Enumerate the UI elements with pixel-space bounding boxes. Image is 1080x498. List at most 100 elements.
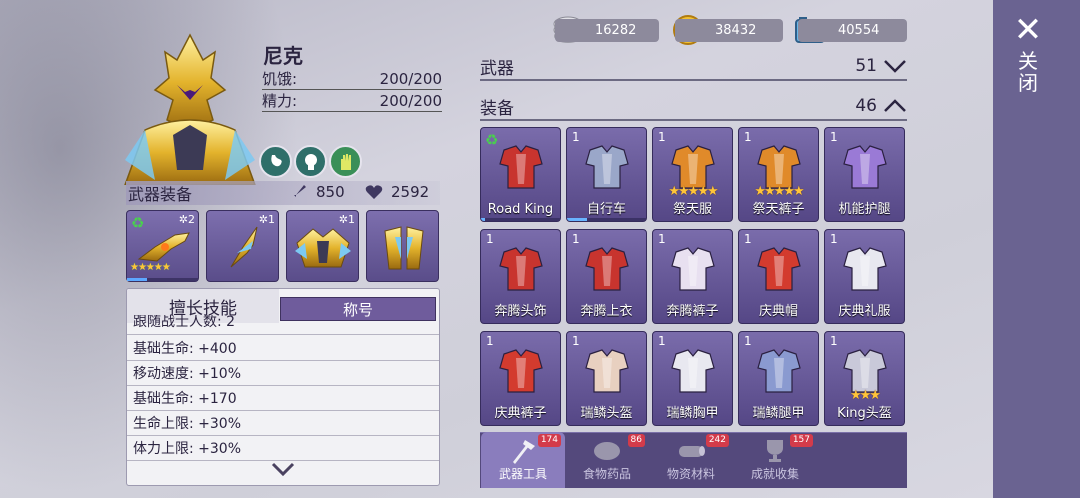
skill-line: 生命上限: +30% bbox=[127, 412, 439, 436]
close-icon[interactable]: ✕ bbox=[1012, 13, 1044, 47]
equip-slot-blade[interactable]: ✲1 bbox=[206, 210, 279, 282]
item-name: 奔腾裤子 bbox=[666, 304, 719, 319]
category-weapons[interactable]: 武器 51 bbox=[480, 53, 907, 81]
health-value: 2592 bbox=[391, 183, 430, 201]
item-name: 瑞鳞腿甲 bbox=[752, 406, 805, 421]
energy-label: 精力: bbox=[262, 92, 298, 110]
tab-badge: 86 bbox=[627, 434, 645, 447]
party-dress-icon bbox=[843, 247, 887, 291]
item-quantity: 1 bbox=[658, 130, 666, 144]
item-progress bbox=[567, 218, 646, 221]
dragon-chest-icon bbox=[671, 349, 715, 393]
silver-coin-value: 16282 bbox=[595, 23, 637, 38]
item-name: 庆典裤子 bbox=[494, 406, 547, 421]
chevron-down-icon bbox=[884, 60, 906, 73]
item-quantity: 1 bbox=[830, 232, 838, 246]
tab-achievements[interactable]: 157 成就收集 bbox=[733, 432, 817, 488]
inventory-item[interactable]: 1 庆典裤子 bbox=[480, 331, 561, 426]
inventory-item[interactable]: 1 瑞鳞腿甲 bbox=[738, 331, 819, 426]
stomach-icon[interactable] bbox=[259, 145, 292, 178]
item-name: 机能护腿 bbox=[838, 202, 891, 217]
heart-icon bbox=[365, 185, 383, 199]
slot-progress bbox=[127, 278, 198, 281]
close-button[interactable]: 关闭 bbox=[1016, 50, 1040, 94]
category-label: 装备 bbox=[480, 98, 514, 119]
item-name: Road King bbox=[487, 202, 554, 217]
inventory-item[interactable]: 1 庆典帽 bbox=[738, 229, 819, 324]
item-quantity: 1 bbox=[744, 334, 752, 348]
energy-stat: 精力: 200/200 bbox=[262, 90, 442, 112]
golden-gun-icon bbox=[137, 232, 190, 262]
slot-stars: ★★★★★ bbox=[130, 262, 171, 273]
skill-line: 跟随战士人数: 2 bbox=[127, 315, 439, 335]
horse-headgear-icon bbox=[499, 247, 543, 291]
equip-slot-weapon[interactable]: ♻ ✲2 ★★★★★ bbox=[126, 210, 199, 282]
item-name: 自行车 bbox=[586, 202, 626, 217]
item-quantity: 1 bbox=[744, 232, 752, 246]
horse-top-icon bbox=[585, 247, 629, 291]
hand-icon[interactable] bbox=[329, 145, 362, 178]
tab-badge: 157 bbox=[789, 434, 813, 447]
inventory-item[interactable]: 1 ★★★ King头盔 bbox=[824, 331, 905, 426]
brain-icon[interactable] bbox=[294, 145, 327, 178]
inventory-item[interactable]: 1 奔腾上衣 bbox=[566, 229, 647, 324]
golden-armor-icon bbox=[295, 228, 351, 268]
skill-line: 基础生命: +170 bbox=[127, 387, 439, 411]
gold-coin-value: 38432 bbox=[715, 23, 757, 38]
category-count: 46 bbox=[855, 96, 877, 116]
item-quantity: 1 bbox=[658, 334, 666, 348]
item-stars: ★★★★★ bbox=[668, 184, 718, 199]
tab-weapons-tools[interactable]: 174 武器工具 bbox=[481, 432, 565, 488]
inventory-item[interactable]: 1 ★★★★★ 祭天服 bbox=[652, 127, 733, 222]
tab-materials[interactable]: 242 物资材料 bbox=[649, 432, 733, 488]
item-quantity: 1 bbox=[744, 130, 752, 144]
item-quantity: 1 bbox=[486, 232, 494, 246]
hunger-label: 饥饿: bbox=[262, 70, 298, 88]
photo-ticket-counter: 40554 bbox=[798, 19, 907, 42]
inventory-item[interactable]: 1 机能护腿 bbox=[824, 127, 905, 222]
silver-coin-counter: 16282 bbox=[555, 19, 659, 42]
equip-slot-legs[interactable] bbox=[366, 210, 439, 282]
character-name: 尼克 bbox=[263, 44, 303, 68]
gold-coin-counter: 38432 bbox=[675, 19, 783, 42]
item-progress bbox=[481, 218, 560, 221]
chevron-down-icon[interactable] bbox=[270, 459, 296, 479]
skill-line: 体力上限: +30% bbox=[127, 437, 439, 461]
equip-slot-armor[interactable]: ✲1 bbox=[286, 210, 359, 282]
tab-label: 食物药品 bbox=[582, 467, 631, 481]
item-name: 祭天服 bbox=[672, 202, 712, 217]
inventory-item[interactable]: ♻ Road King bbox=[480, 127, 561, 222]
item-name: 祭天裤子 bbox=[752, 202, 805, 217]
inventory-item[interactable]: 1 自行车 bbox=[566, 127, 647, 222]
item-quantity: 1 bbox=[658, 232, 666, 246]
photo-ticket-value: 40554 bbox=[838, 23, 880, 38]
attack-value: 850 bbox=[316, 183, 345, 201]
slot-level: ✲2 bbox=[178, 213, 195, 226]
tab-food-medicine[interactable]: 86 食物药品 bbox=[565, 432, 649, 488]
tab-badge: 174 bbox=[537, 434, 561, 447]
item-quantity: 1 bbox=[486, 334, 494, 348]
attack-stat: 850 bbox=[290, 183, 345, 201]
party-pants-icon bbox=[499, 349, 543, 393]
item-stars: ★★★ bbox=[850, 388, 881, 403]
inventory-item[interactable]: 1 ★★★★★ 祭天裤子 bbox=[738, 127, 819, 222]
trophy-icon bbox=[767, 440, 783, 462]
character-portrait bbox=[124, 33, 256, 185]
item-name: 庆典帽 bbox=[758, 304, 798, 319]
axe-hammer-icon bbox=[513, 440, 535, 464]
inventory-item[interactable]: 1 奔腾裤子 bbox=[652, 229, 733, 324]
item-name: 瑞鳞胸甲 bbox=[666, 406, 719, 421]
category-equipment[interactable]: 装备 46 bbox=[480, 93, 907, 121]
dragon-legs-icon bbox=[757, 349, 801, 393]
inventory-item[interactable]: 1 庆典礼服 bbox=[824, 229, 905, 324]
item-quantity: 1 bbox=[572, 334, 580, 348]
inventory-item[interactable]: 1 瑞鳞头盔 bbox=[566, 331, 647, 426]
golden-blade-icon bbox=[230, 226, 258, 268]
hunger-stat: 饥饿: 200/200 bbox=[262, 68, 442, 90]
inventory-item[interactable]: 1 奔腾头饰 bbox=[480, 229, 561, 324]
inventory-item[interactable]: 1 瑞鳞胸甲 bbox=[652, 331, 733, 426]
tab-label: 成就收集 bbox=[750, 467, 799, 481]
tab-badge: 242 bbox=[705, 434, 729, 447]
item-name: 奔腾头饰 bbox=[494, 304, 547, 319]
item-quantity: 1 bbox=[572, 130, 580, 144]
